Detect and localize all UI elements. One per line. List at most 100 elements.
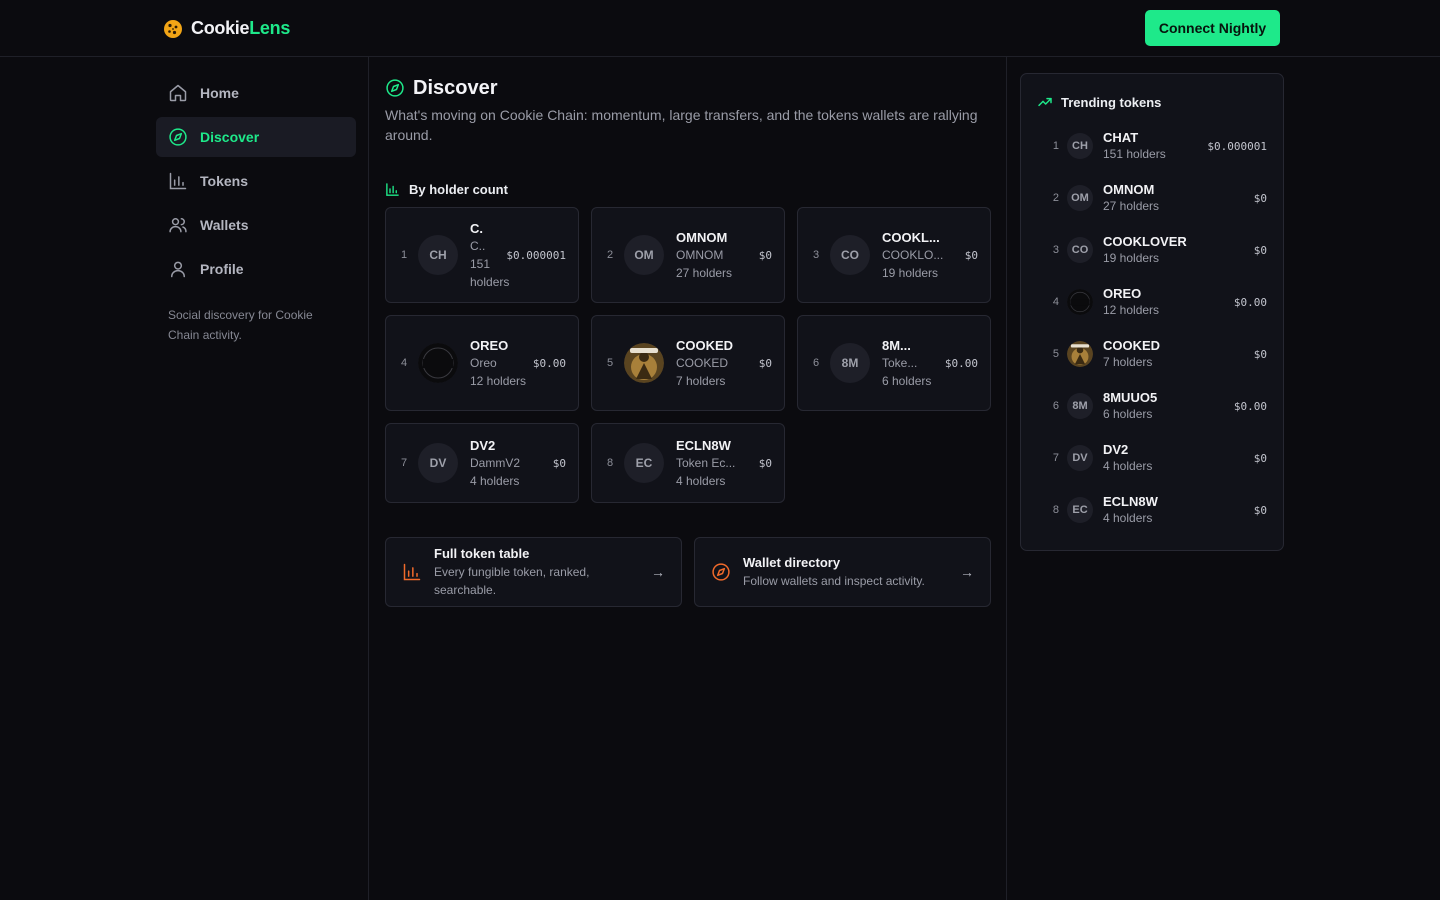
- quick-links: Full token table Every fungible token, r…: [385, 537, 991, 607]
- token-info: DV2 DammV2 4 holders: [470, 437, 547, 490]
- sidebar-item-label: Home: [200, 85, 239, 101]
- sidebar-item-discover[interactable]: Discover: [156, 117, 356, 157]
- token-symbol: C.: [470, 220, 483, 236]
- main-content: Discover What's moving on Cookie Chain: …: [385, 73, 991, 503]
- sidebar-item-label: Tokens: [200, 173, 248, 189]
- token-info: DV2 4 holders: [1103, 441, 1254, 475]
- token-name: DammV2: [470, 455, 521, 470]
- token-rank: 5: [606, 357, 614, 369]
- token-rank: 8: [1052, 504, 1059, 516]
- token-symbol: OREO: [470, 337, 509, 353]
- token-rank: 8: [606, 457, 614, 469]
- token-avatar: EC: [624, 443, 664, 483]
- token-price: $0.00: [1233, 295, 1267, 309]
- trending-row[interactable]: 2 OM OMNOM 27 holders $0: [1037, 172, 1267, 224]
- token-info: ECLN8W 4 holders: [1103, 493, 1254, 527]
- token-card[interactable]: 2 OM OMNOM OMNOM 27 holders $0: [591, 207, 785, 303]
- users-icon: [169, 218, 187, 233]
- token-price: $0.000001: [506, 248, 566, 262]
- trending-row[interactable]: 7 DV DV2 4 holders $0: [1037, 432, 1267, 484]
- sidebar-item-tokens[interactable]: Tokens: [156, 161, 356, 201]
- token-card[interactable]: 6 8M 8M... Toke... 6 holders $0.00: [797, 315, 991, 411]
- token-symbol: COOKED: [676, 337, 734, 353]
- token-rank: 7: [400, 457, 408, 469]
- token-symbol: ECLN8W: [1103, 494, 1158, 509]
- token-price: $0.00: [1233, 399, 1267, 413]
- token-card[interactable]: 8 EC ECLN8W Token Ec... 4 holders $0: [591, 423, 785, 503]
- token-price: $0: [964, 248, 978, 262]
- token-holders: 151 holders: [470, 256, 510, 289]
- compass-icon: [386, 79, 404, 97]
- token-info: OMNOM 27 holders: [1103, 181, 1254, 215]
- oreo-logo: [418, 343, 458, 383]
- token-symbol: DV2: [470, 437, 496, 453]
- token-card[interactable]: 5 COOKED COOKED 7 holders $0: [591, 315, 785, 411]
- sidebar-item-profile[interactable]: Profile: [156, 249, 356, 289]
- token-symbol: OMNOM: [1103, 182, 1155, 197]
- token-info: COOKED COOKED 7 holders: [676, 337, 753, 390]
- trending-row[interactable]: 4 OREO 12 holders $0.00: [1037, 276, 1267, 328]
- trending-row[interactable]: 1 CH CHAT 151 holders $0.000001: [1037, 120, 1267, 172]
- token-card[interactable]: 1 CH C. C.. 151 holders $0.000001: [385, 207, 579, 303]
- token-info: C. C.. 151 holders: [470, 220, 510, 291]
- wallet-directory-link[interactable]: Wallet directory Follow wallets and insp…: [694, 537, 991, 607]
- connect-wallet-button[interactable]: Connect Nightly: [1145, 10, 1280, 46]
- section-title: By holder count: [409, 181, 508, 197]
- token-card[interactable]: 7 DV DV2 DammV2 4 holders $0: [385, 423, 579, 503]
- token-symbol: CHAT: [1103, 130, 1139, 145]
- token-holders: 4 holders: [1103, 459, 1153, 473]
- trending-row[interactable]: 8 EC ECLN8W 4 holders $0: [1037, 484, 1267, 536]
- token-info: COOKLOVER 19 holders: [1103, 233, 1254, 267]
- token-price: $0.000001: [1207, 139, 1267, 153]
- sidebar-item-label: Profile: [200, 261, 244, 277]
- token-avatar: CO: [830, 235, 870, 275]
- brand-name: CookieLens: [191, 18, 290, 39]
- token-info: 8MUUO5 6 holders: [1103, 389, 1234, 423]
- brand-logo[interactable]: CookieLens: [163, 18, 290, 39]
- token-info: COOKL... COOKLO... 19 holders: [882, 229, 959, 282]
- token-rank: 3: [812, 249, 820, 261]
- user-icon: [171, 261, 185, 278]
- token-holders: 12 holders: [1103, 303, 1160, 317]
- token-holders: 4 holders: [676, 473, 726, 488]
- token-rank: 5: [1052, 348, 1059, 360]
- home-icon: [169, 84, 187, 102]
- token-symbol: COOKL...: [882, 229, 940, 245]
- trending-row[interactable]: 5 COOKED 7 holders $0: [1037, 328, 1267, 380]
- trending-up-icon: [1038, 97, 1052, 107]
- token-rank: 6: [812, 357, 820, 369]
- token-card[interactable]: 4 OREO Oreo 12 holders $0.00: [385, 315, 579, 411]
- full-token-table-link[interactable]: Full token table Every fungible token, r…: [385, 537, 682, 607]
- link-title: Wallet directory: [743, 555, 841, 570]
- token-holders: 151 holders: [1103, 147, 1166, 161]
- token-price: $0: [758, 356, 772, 370]
- token-avatar: 8M: [830, 343, 870, 383]
- token-info: 8M... Toke... 6 holders: [882, 337, 939, 390]
- page-header: Discover: [385, 73, 991, 103]
- token-card[interactable]: 3 CO COOKL... COOKLO... 19 holders $0: [797, 207, 991, 303]
- token-holders: 7 holders: [676, 373, 726, 388]
- token-rank: 4: [1052, 296, 1059, 308]
- trending-title: Trending tokens: [1061, 94, 1162, 110]
- link-description: Follow wallets and inspect activity.: [743, 574, 925, 588]
- sidebar-item-home[interactable]: Home: [156, 73, 356, 113]
- sidebar-item-wallets[interactable]: Wallets: [156, 205, 356, 245]
- token-info: OREO 12 holders: [1103, 285, 1234, 319]
- token-info: COOKED 7 holders: [1103, 337, 1254, 371]
- token-price: $0: [1253, 191, 1267, 205]
- token-name: COOKLO...: [882, 247, 944, 262]
- bar-chart-icon: [403, 563, 421, 581]
- token-rank: 1: [1052, 140, 1059, 152]
- token-holders: 12 holders: [470, 373, 527, 388]
- token-holders: 27 holders: [1103, 199, 1160, 213]
- token-avatar: CH: [1067, 133, 1093, 159]
- trending-list: 1 CH CHAT 151 holders $0.000001 2 OM OMN…: [1037, 120, 1267, 536]
- compass-icon: [712, 563, 730, 581]
- bar-chart-icon: [169, 172, 187, 190]
- cooked-logo: [624, 343, 664, 383]
- token-holders: 6 holders: [882, 373, 932, 388]
- trending-row[interactable]: 3 CO COOKLOVER 19 holders $0: [1037, 224, 1267, 276]
- trending-row[interactable]: 6 8M 8MUUO5 6 holders $0.00: [1037, 380, 1267, 432]
- compass-icon: [169, 128, 187, 146]
- bar-chart-icon: [386, 182, 399, 196]
